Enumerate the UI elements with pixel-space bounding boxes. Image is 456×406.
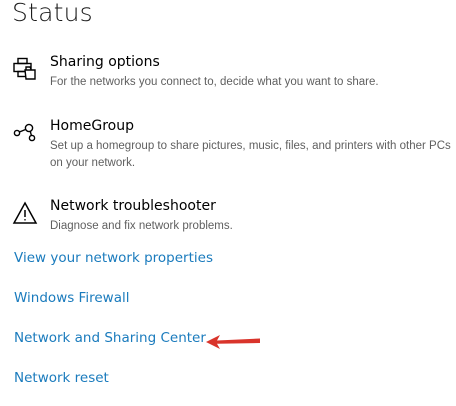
homegroup-icon <box>12 120 38 146</box>
view-network-properties-link[interactable]: View your network properties <box>14 250 213 266</box>
homegroup-title: HomeGroup <box>50 118 134 134</box>
network-troubleshooter-description: Diagnose and fix network problems. <box>50 220 233 232</box>
network-troubleshooter-item[interactable]: Network troubleshooter Diagnose and fix … <box>12 198 452 242</box>
homegroup-item[interactable]: HomeGroup Set up a homegroup to share pi… <box>12 118 452 174</box>
windows-firewall-link[interactable]: Windows Firewall <box>14 290 129 306</box>
sharing-options-item[interactable]: Sharing options For the networks you con… <box>12 54 452 98</box>
annotation-arrow-icon <box>204 332 264 356</box>
network-sharing-center-link[interactable]: Network and Sharing Center <box>14 330 206 346</box>
network-reset-link[interactable]: Network reset <box>14 370 109 386</box>
sharing-options-description: For the networks you connect to, decide … <box>50 76 379 88</box>
homegroup-description: Set up a homegroup to share pictures, mu… <box>50 140 451 169</box>
sharing-options-title: Sharing options <box>50 54 160 70</box>
page-title: Status <box>12 0 93 27</box>
network-troubleshooter-title: Network troubleshooter <box>50 198 216 214</box>
warning-icon <box>12 200 38 226</box>
sharing-options-icon <box>12 56 38 82</box>
